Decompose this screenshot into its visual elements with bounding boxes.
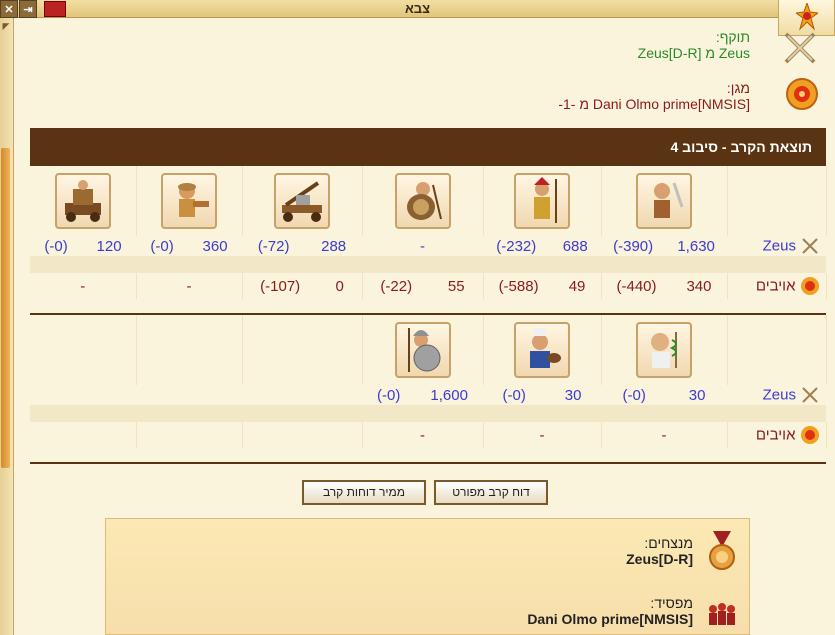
table-bottom-divider — [30, 462, 826, 464]
attacker-info: תוקף: Zeus מ Zeus[D-R] — [250, 29, 750, 61]
winners-value[interactable]: Zeus[D-R] — [626, 551, 693, 567]
scroll-up-icon[interactable]: ◤ — [0, 21, 12, 33]
crossed-swords-icon — [784, 32, 816, 64]
window-titlebar: ✕ ⇥ צבא — [0, 0, 835, 18]
phalanx-icon[interactable] — [394, 322, 451, 378]
report-converter-button[interactable]: ממיר דוחות קרב — [302, 480, 426, 505]
our-side-label[interactable]: Zeus — [763, 238, 796, 255]
attacker-name[interactable]: Zeus מ Zeus[D-R] — [250, 45, 750, 61]
cook-icon[interactable] — [514, 322, 570, 378]
shield-icon — [800, 277, 819, 295]
ram-icon[interactable] — [54, 173, 111, 229]
losers-block: מפסיד: Dani Olmo prime[NMSIS] — [527, 595, 693, 627]
medal-icon — [709, 531, 735, 570]
window-title: צבא — [404, 1, 431, 16]
shield-icon — [800, 426, 819, 444]
enemy-units-row-2: - - - אויבים — [30, 422, 827, 448]
losers-value[interactable]: Dani Olmo prime[NMSIS] — [527, 611, 693, 627]
unit-table-1: (-0) 120 (-0) 360 (-72) 288 - (-232) 688 (-3… — [30, 166, 827, 299]
enemy-side-label: אויבים — [755, 277, 796, 295]
crossed-swords-icon — [802, 238, 818, 254]
shield-icon — [786, 78, 818, 110]
battle-report: תוקף: Zeus מ Zeus[D-R] מגן: Dani Olmo pr… — [30, 18, 827, 635]
defender-label: מגן: — [726, 80, 750, 96]
scrollbar[interactable]: ◤ — [0, 18, 14, 635]
attacker-label: תוקף: — [715, 29, 750, 45]
hoplite-icon[interactable] — [514, 173, 570, 229]
winners-label: מנצחים: — [644, 535, 693, 551]
battle-result-title: תוצאת הקרב - סיבוב 4 — [670, 139, 812, 155]
crossed-swords-icon — [802, 387, 818, 403]
defender-info: מגן: Dani Olmo prime[NMSIS] מ -1- — [250, 80, 750, 112]
doctor-icon[interactable] — [636, 322, 692, 378]
unit-table-2: (-0) 1,600 (-0) 30 (-0) 30 Zeus - - - אויבי… — [30, 315, 827, 448]
our-units-row: (-0) 120 (-0) 360 (-72) 288 - (-232) 688 (-3… — [30, 236, 826, 256]
scrollbar-thumb[interactable] — [1, 148, 10, 468]
battle-result-header: תוצאת הקרב - סיבוב 4 — [30, 128, 826, 166]
fallen-soldiers-icon — [709, 603, 735, 625]
our-units-row-2: (-0) 1,600 (-0) 30 (-0) 30 Zeus — [30, 385, 826, 405]
winners-block: מנצחים: Zeus[D-R] — [626, 535, 693, 567]
report-buttons: ממיר דוחות קרב דוח קרב מפורט — [302, 480, 548, 506]
swordsman-icon[interactable] — [636, 173, 692, 229]
slinger-icon[interactable] — [161, 173, 217, 229]
our-side-label-2[interactable]: Zeus — [763, 387, 796, 404]
defender-name[interactable]: Dani Olmo prime[NMSIS] מ -1- — [250, 96, 750, 112]
enemy-units-row: - - (-107) 0 (-22) 55 (-588) 49 (-440) 340 א… — [30, 273, 827, 299]
enemy-side-label-2: אויבים — [755, 426, 796, 444]
catapult-icon[interactable] — [274, 173, 330, 229]
shield-bearer-icon[interactable] — [394, 173, 451, 229]
battle-summary: מנצחים: Zeus[D-R] מפסיד: Dani Olmo prime… — [105, 518, 750, 635]
detailed-report-button[interactable]: דוח קרב מפורט — [434, 480, 548, 505]
losers-label: מפסיד: — [650, 595, 693, 611]
